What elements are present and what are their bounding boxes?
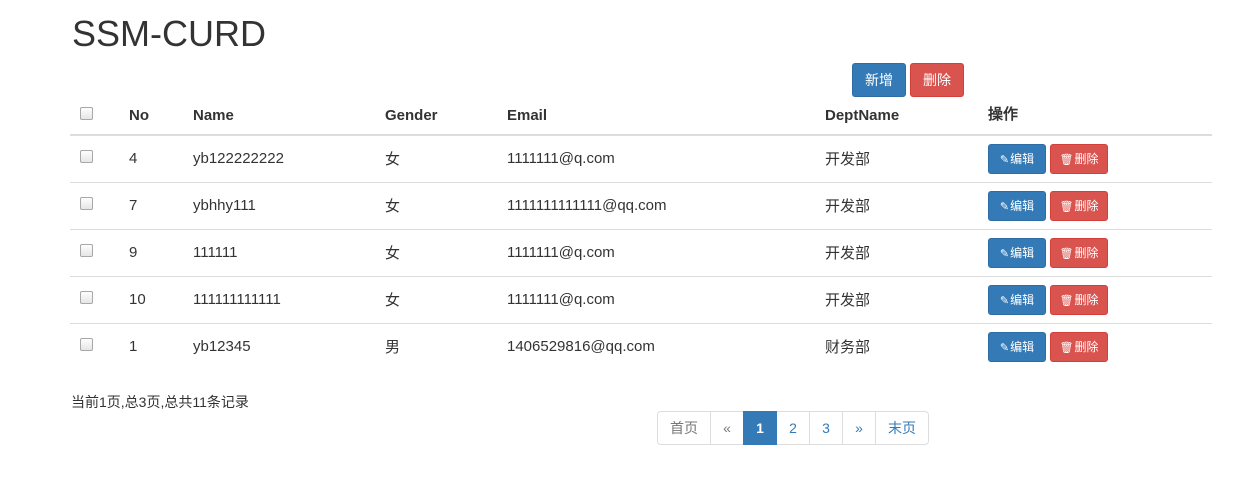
cell-no: 1 <box>129 338 138 356</box>
cell-gender: 女 <box>385 182 507 230</box>
cell-name: 111111 <box>193 229 385 277</box>
column-header-email: Email <box>507 94 825 136</box>
table-row: 4 yb122222222 女 1111111@q.com 开发部 ✎编辑 🗑删除 <box>70 135 1212 183</box>
column-header-name: Name <box>193 94 385 136</box>
pencil-icon: ✎ <box>999 341 1010 354</box>
delete-button[interactable]: 🗑删除 <box>1050 331 1108 362</box>
edit-button[interactable]: ✎编辑 <box>988 143 1046 174</box>
delete-all-button[interactable]: 删除 <box>910 63 964 97</box>
select-all-checkbox[interactable] <box>80 107 93 120</box>
row-checkbox[interactable] <box>80 197 93 210</box>
cell-actions: ✎编辑 🗑删除 <box>988 182 1212 230</box>
employees-table: No Name Gender Email DeptName 操作 4 yb122… <box>70 94 1212 370</box>
page-link-1[interactable]: 1 <box>743 411 777 445</box>
table-row: 7 ybhhy111 女 1111111111111@qq.com 开发部 ✎编… <box>70 182 1212 230</box>
delete-label: 删除 <box>1074 292 1099 307</box>
delete-button[interactable]: 🗑删除 <box>1050 143 1108 174</box>
page-title: SSM-CURD <box>72 13 266 54</box>
table-header-row: No Name Gender Email DeptName 操作 <box>70 94 1212 136</box>
trash-icon: 🗑 <box>1059 200 1074 213</box>
next-page-link[interactable]: » <box>842 411 876 445</box>
cell-email: 1111111@q.com <box>507 135 825 183</box>
trash-icon: 🗑 <box>1059 341 1074 354</box>
trash-icon: 🗑 <box>1059 294 1074 307</box>
cell-no: 7 <box>129 182 193 230</box>
trash-icon: 🗑 <box>1059 247 1074 260</box>
cell-no: 4 <box>129 135 193 183</box>
edit-button[interactable]: ✎编辑 <box>988 284 1046 315</box>
cell-gender: 男 <box>385 339 401 357</box>
edit-label: 编辑 <box>1010 292 1035 307</box>
cell-actions: ✎编辑 🗑删除 <box>988 323 1212 370</box>
edit-label: 编辑 <box>1010 339 1035 354</box>
delete-button[interactable]: 🗑删除 <box>1050 190 1108 221</box>
row-checkbox[interactable] <box>80 244 93 257</box>
cell-gender: 女 <box>385 276 507 324</box>
cell-email: 1111111@q.com <box>507 229 825 277</box>
row-checkbox[interactable] <box>80 338 93 352</box>
cell-gender: 女 <box>385 229 507 277</box>
column-header-no: No <box>129 94 193 136</box>
edit-button[interactable]: ✎编辑 <box>988 190 1046 221</box>
edit-label: 编辑 <box>1010 151 1035 166</box>
cell-name: yb12345 <box>193 338 251 356</box>
row-checkbox-cell <box>70 276 129 324</box>
cell-gender: 女 <box>385 135 507 183</box>
cell-actions: ✎编辑 🗑删除 <box>988 135 1212 183</box>
table-row: 9 111111 女 1111111@q.com 开发部 ✎编辑 🗑删除 <box>70 229 1212 277</box>
select-all-cell <box>70 94 129 136</box>
cell-dept: 开发部 <box>825 135 988 183</box>
row-checkbox-cell <box>70 135 129 183</box>
pencil-icon: ✎ <box>999 200 1010 213</box>
table-row: 10 111111111111 女 1111111@q.com 开发部 ✎编辑 🗑… <box>70 276 1212 324</box>
pencil-icon: ✎ <box>999 294 1010 307</box>
delete-label: 删除 <box>1074 339 1099 354</box>
row-checkbox-cell <box>70 323 129 370</box>
cell-dept: 开发部 <box>825 229 988 277</box>
pagination-info: 当前1页,总3页,总共11条记录 <box>71 394 249 410</box>
cell-name: 111111111111 <box>193 276 385 324</box>
row-checkbox-cell <box>70 182 129 230</box>
delete-label: 删除 <box>1074 245 1099 260</box>
edit-label: 编辑 <box>1010 245 1035 260</box>
pagination: 首页 « 1 2 3 » 末页 <box>657 411 929 445</box>
cell-actions: ✎编辑 🗑删除 <box>988 229 1212 277</box>
cell-dept: 开发部 <box>825 276 988 324</box>
cell-dept: 开发部 <box>825 182 988 230</box>
column-header-deptname: DeptName <box>825 94 988 136</box>
cell-email: 1111111@q.com <box>507 276 825 324</box>
edit-button[interactable]: ✎编辑 <box>988 237 1046 268</box>
delete-button[interactable]: 🗑删除 <box>1050 237 1108 268</box>
pencil-icon: ✎ <box>999 247 1010 260</box>
cell-email: 1406529816@qq.com <box>507 338 655 356</box>
table-row: 1 yb12345 男 1406529816@qq.com 财务部 ✎编辑 🗑删除 <box>70 323 1212 370</box>
add-button[interactable]: 新增 <box>852 63 906 97</box>
column-header-actions: 操作 <box>988 94 1212 136</box>
cell-actions: ✎编辑 🗑删除 <box>988 276 1212 324</box>
cell-no: 9 <box>129 229 193 277</box>
cell-name: ybhhy111 <box>193 182 385 230</box>
previous-page-link[interactable]: « <box>710 411 744 445</box>
cell-dept: 财务部 <box>825 339 871 357</box>
row-checkbox[interactable] <box>80 150 93 164</box>
delete-label: 删除 <box>1074 198 1099 213</box>
page-link-3[interactable]: 3 <box>809 411 843 445</box>
edit-label: 编辑 <box>1010 198 1035 213</box>
page-link-2[interactable]: 2 <box>776 411 810 445</box>
first-page-link[interactable]: 首页 <box>657 411 711 445</box>
cell-no: 10 <box>129 276 193 324</box>
delete-button[interactable]: 🗑删除 <box>1050 284 1108 315</box>
row-checkbox[interactable] <box>80 291 93 304</box>
cell-email: 1111111111111@qq.com <box>507 182 825 230</box>
pencil-icon: ✎ <box>999 153 1010 166</box>
edit-button[interactable]: ✎编辑 <box>988 331 1046 362</box>
last-page-link[interactable]: 末页 <box>875 411 929 445</box>
row-checkbox-cell <box>70 229 129 277</box>
delete-label: 删除 <box>1074 151 1099 166</box>
cell-name: yb122222222 <box>193 135 385 183</box>
trash-icon: 🗑 <box>1059 153 1074 166</box>
column-header-gender: Gender <box>385 94 507 136</box>
